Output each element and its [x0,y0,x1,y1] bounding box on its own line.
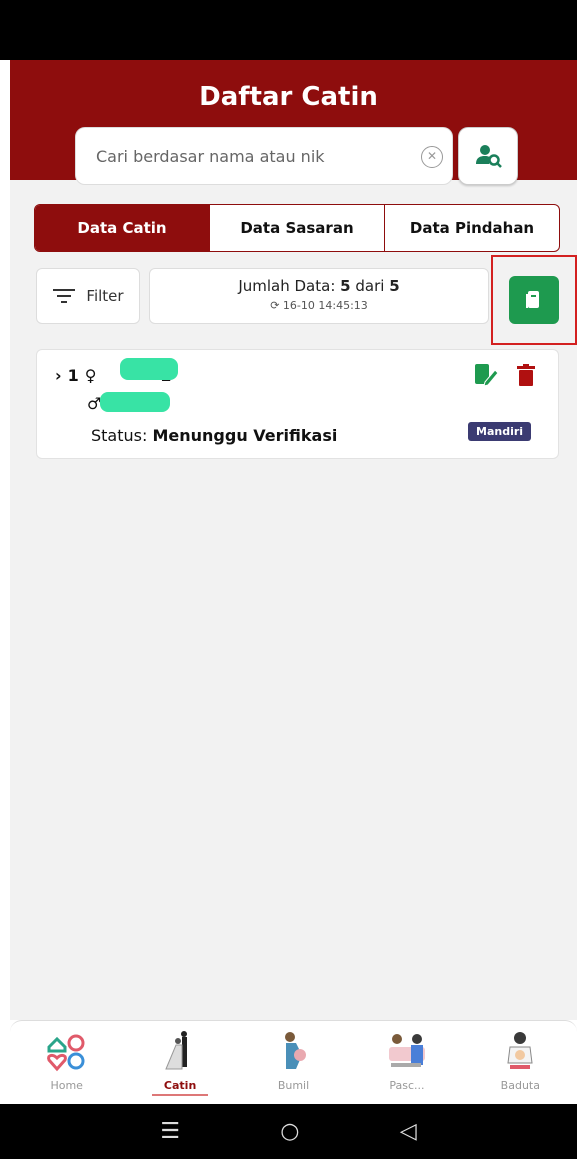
status-bar [0,0,577,60]
pregnant-woman-icon [284,1032,306,1069]
nav-item-bumil[interactable]: Bumil [237,1021,350,1104]
bottom-navigation: Home Catin Bumil Pasc... Baduta [10,1020,577,1104]
filter-button[interactable]: Filter [36,268,140,324]
back-icon[interactable]: ◁ [400,1119,417,1144]
nav-item-home[interactable]: Home [10,1021,123,1104]
tab-data-pindahan[interactable]: Data Pindahan [384,205,559,251]
status-value: Menunggu Verifikasi [152,426,338,445]
count-prefix: Jumlah Data: [238,277,336,295]
android-navigation-bar: ☰ ○ ◁ [0,1104,577,1159]
nav-item-baduta[interactable]: Baduta [464,1021,577,1104]
data-count-box: Jumlah Data: 5 dari 5 ⟳ 16-10 14:45:13 [149,268,489,324]
status-badge: Mandiri [468,422,532,441]
user-search-icon [476,145,502,168]
tab-bar: Data Catin Data Sasaran Data Pindahan [34,204,560,252]
export-button[interactable] [509,276,559,324]
document-copy-icon [526,291,539,308]
nav-item-catin[interactable]: Catin [123,1021,236,1104]
home-logo-icon [46,1034,85,1072]
sync-timestamp: ⟳ 16-10 14:45:13 [150,299,488,312]
count-total: 5 [389,277,400,295]
tab-data-catin[interactable]: Data Catin [35,205,209,251]
count-text: Jumlah Data: 5 dari 5 [150,277,488,295]
search-input[interactable] [96,144,396,168]
edit-icon[interactable] [475,364,499,390]
nav-label-baduta: Baduta [500,1079,540,1092]
search-box: ✕ [75,127,453,185]
filter-label: Filter [86,287,124,305]
clear-icon[interactable]: ✕ [421,146,443,168]
nav-label-catin: Catin [163,1079,197,1092]
baby-icon [507,1032,533,1069]
tab-data-sasaran[interactable]: Data Sasaran [209,205,384,251]
female-icon: ♀ [84,366,97,385]
redaction-mark [120,358,178,380]
redaction-mark [100,392,170,412]
nav-label-pasca: Pasc... [389,1079,425,1092]
nav-item-pasca[interactable]: Pasc... [350,1021,463,1104]
record-index: 1 [67,366,79,385]
nav-label-bumil: Bumil [277,1079,310,1092]
sync-time: 16-10 14:45:13 [282,299,368,312]
list-item[interactable]: › 1 ♀ E ♂ Y Status: Menunggu Verifikasi … [36,349,559,459]
postpartum-icon [388,1034,425,1067]
page-title: Daftar Catin [199,82,378,112]
recent-apps-icon[interactable]: ☰ [160,1119,180,1144]
expand-chevron-icon[interactable]: › [55,366,62,385]
bride-groom-icon [165,1031,188,1070]
record-status: Status: Menunggu Verifikasi [91,426,337,445]
home-button-icon[interactable]: ○ [280,1119,299,1144]
filter-icon [53,289,76,303]
nav-label-home: Home [50,1079,83,1092]
count-shown: 5 [340,277,351,295]
status-label: Status: [91,426,148,445]
sync-icon: ⟳ [270,299,280,312]
user-search-button[interactable] [458,127,518,185]
count-separator: dari [355,277,385,295]
trash-icon[interactable] [517,364,535,390]
active-tab-indicator [152,1094,209,1096]
